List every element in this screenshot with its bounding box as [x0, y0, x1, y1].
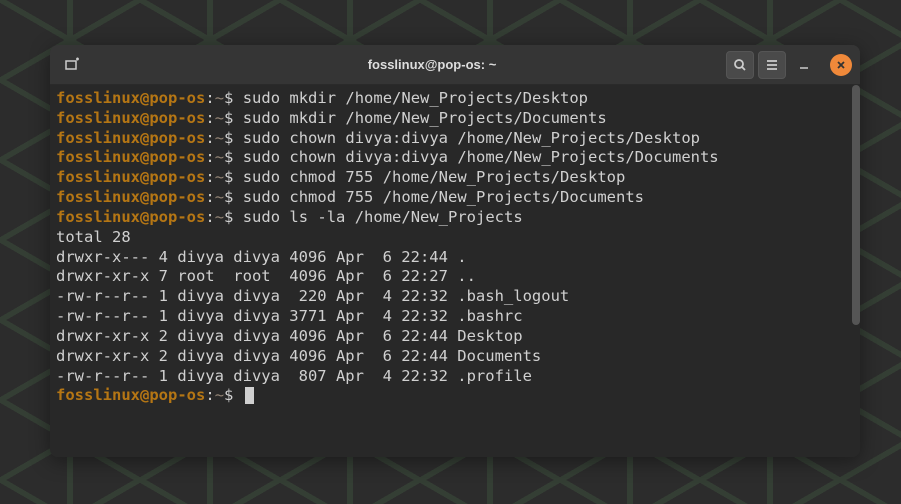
prompt-user: fosslinux — [56, 109, 140, 127]
prompt-user: fosslinux — [56, 208, 140, 226]
prompt-at: @ — [140, 208, 149, 226]
prompt-path: ~ — [215, 386, 224, 404]
prompt-host: pop-os — [149, 168, 205, 186]
prompt-host: pop-os — [149, 148, 205, 166]
prompt-at: @ — [140, 188, 149, 206]
output-line: drwxr-xr-x 2 divya divya 4096 Apr 6 22:4… — [56, 347, 854, 367]
prompt-line: fosslinux@pop-os:~$ — [56, 386, 854, 406]
command-text: sudo chmod 755 /home/New_Projects/Deskto… — [243, 168, 626, 186]
command-line: fosslinux@pop-os:~$ sudo mkdir /home/New… — [56, 89, 854, 109]
prompt-at: @ — [140, 129, 149, 147]
prompt-user: fosslinux — [56, 386, 140, 404]
command-text: sudo chown divya:divya /home/New_Project… — [243, 129, 700, 147]
output-line: -rw-r--r-- 1 divya divya 807 Apr 4 22:32… — [56, 367, 854, 387]
prompt-dollar: $ — [224, 168, 233, 186]
prompt-at: @ — [140, 89, 149, 107]
prompt-path: ~ — [215, 168, 224, 186]
cursor — [245, 387, 254, 404]
prompt-dollar: $ — [224, 89, 233, 107]
prompt-colon: : — [205, 386, 214, 404]
prompt-at: @ — [140, 148, 149, 166]
command-line: fosslinux@pop-os:~$ sudo ls -la /home/Ne… — [56, 208, 854, 228]
minimize-icon — [798, 59, 810, 71]
prompt-host: pop-os — [149, 208, 205, 226]
search-icon — [733, 58, 747, 72]
prompt-host: pop-os — [149, 109, 205, 127]
prompt-user: fosslinux — [56, 188, 140, 206]
command-line: fosslinux@pop-os:~$ sudo chown divya:div… — [56, 129, 854, 149]
command-text: sudo mkdir /home/New_Projects/Desktop — [243, 89, 588, 107]
scrollbar[interactable] — [852, 85, 860, 457]
prompt-dollar: $ — [224, 208, 233, 226]
prompt-colon: : — [205, 148, 214, 166]
output-line: -rw-r--r-- 1 divya divya 3771 Apr 4 22:3… — [56, 307, 854, 327]
prompt-user: fosslinux — [56, 168, 140, 186]
command-line: fosslinux@pop-os:~$ sudo chmod 755 /home… — [56, 188, 854, 208]
output-line: drwxr-x--- 4 divya divya 4096 Apr 6 22:4… — [56, 248, 854, 268]
terminal-window: fosslinux@pop-os: ~ — [50, 45, 860, 457]
prompt-colon: : — [205, 188, 214, 206]
close-button[interactable] — [830, 54, 852, 76]
output-line: drwxr-xr-x 2 divya divya 4096 Apr 6 22:4… — [56, 327, 854, 347]
prompt-dollar: $ — [224, 148, 233, 166]
prompt-host: pop-os — [149, 129, 205, 147]
command-text: sudo mkdir /home/New_Projects/Documents — [243, 109, 607, 127]
prompt-colon: : — [205, 129, 214, 147]
prompt-colon: : — [205, 89, 214, 107]
prompt-colon: : — [205, 208, 214, 226]
prompt-host: pop-os — [149, 386, 205, 404]
command-text: sudo ls -la /home/New_Projects — [243, 208, 523, 226]
output-line: drwxr-xr-x 7 root root 4096 Apr 6 22:27 … — [56, 267, 854, 287]
prompt-colon: : — [205, 168, 214, 186]
minimize-button[interactable] — [790, 51, 818, 79]
output-line: -rw-r--r-- 1 divya divya 220 Apr 4 22:32… — [56, 287, 854, 307]
prompt-dollar: $ — [224, 109, 233, 127]
window-title: fosslinux@pop-os: ~ — [138, 57, 726, 72]
prompt-at: @ — [140, 109, 149, 127]
menu-button[interactable] — [758, 51, 786, 79]
prompt-path: ~ — [215, 129, 224, 147]
prompt-user: fosslinux — [56, 148, 140, 166]
command-line: fosslinux@pop-os:~$ sudo chmod 755 /home… — [56, 168, 854, 188]
prompt-colon: : — [205, 109, 214, 127]
new-tab-button[interactable] — [58, 51, 86, 79]
prompt-user: fosslinux — [56, 89, 140, 107]
scrollbar-thumb[interactable] — [852, 85, 860, 325]
prompt-user: fosslinux — [56, 129, 140, 147]
search-button[interactable] — [726, 51, 754, 79]
prompt-host: pop-os — [149, 89, 205, 107]
command-text: sudo chmod 755 /home/New_Projects/Docume… — [243, 188, 644, 206]
prompt-path: ~ — [215, 208, 224, 226]
prompt-path: ~ — [215, 109, 224, 127]
titlebar: fosslinux@pop-os: ~ — [50, 45, 860, 85]
new-tab-icon — [64, 57, 80, 73]
prompt-host: pop-os — [149, 188, 205, 206]
prompt-dollar: $ — [224, 188, 233, 206]
prompt-path: ~ — [215, 148, 224, 166]
hamburger-icon — [765, 58, 779, 72]
output-line: total 28 — [56, 228, 854, 248]
prompt-path: ~ — [215, 188, 224, 206]
command-line: fosslinux@pop-os:~$ sudo mkdir /home/New… — [56, 109, 854, 129]
prompt-dollar: $ — [224, 129, 233, 147]
command-text: sudo chown divya:divya /home/New_Project… — [243, 148, 719, 166]
prompt-dollar: $ — [224, 386, 233, 404]
close-icon — [836, 60, 846, 70]
prompt-at: @ — [140, 168, 149, 186]
prompt-path: ~ — [215, 89, 224, 107]
prompt-at: @ — [140, 386, 149, 404]
command-line: fosslinux@pop-os:~$ sudo chown divya:div… — [56, 148, 854, 168]
terminal-body[interactable]: fosslinux@pop-os:~$ sudo mkdir /home/New… — [50, 85, 860, 457]
